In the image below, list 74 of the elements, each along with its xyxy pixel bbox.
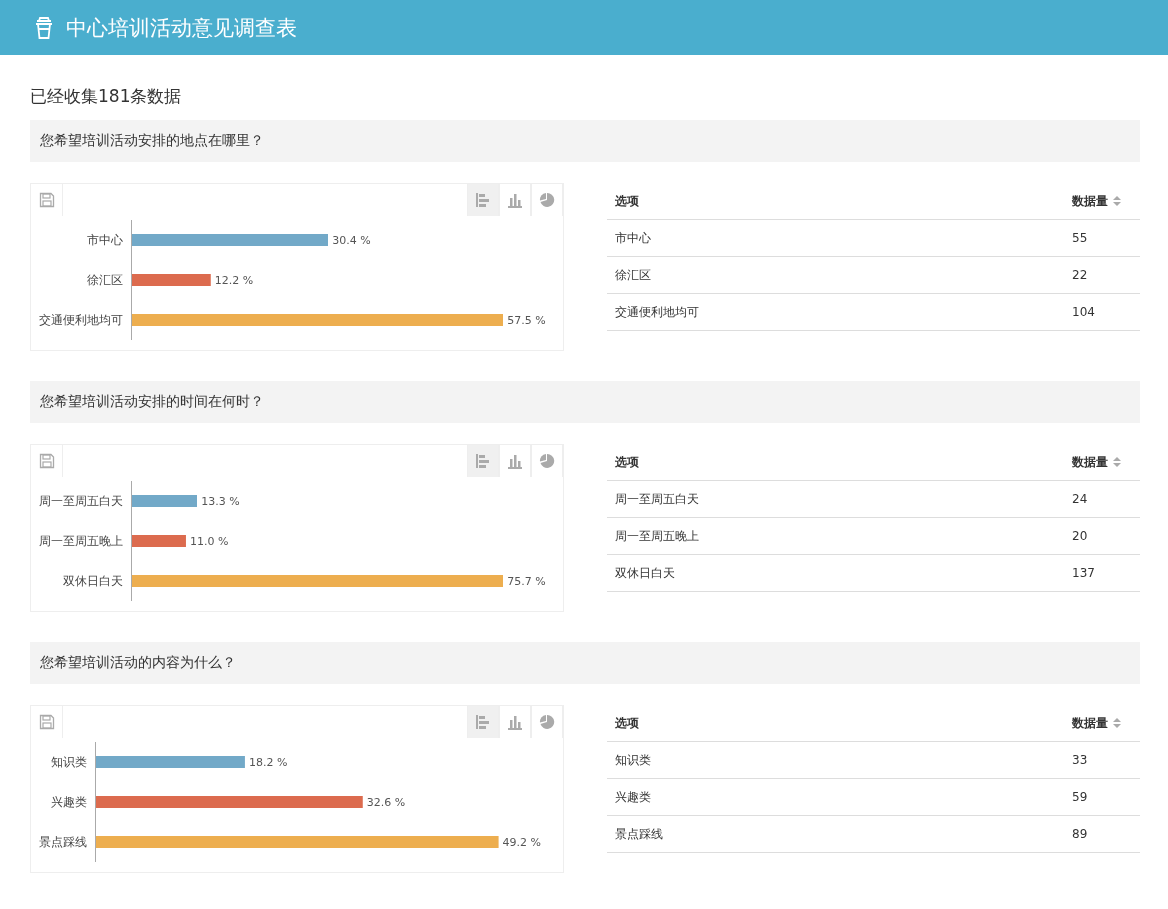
table-cell: 双休日白天 xyxy=(607,554,1064,592)
table-cell: 交通便利地均可 xyxy=(607,293,1064,331)
chart-type-button[interactable] xyxy=(499,445,531,477)
pie-chart-icon xyxy=(539,192,555,208)
chart-type-button[interactable] xyxy=(467,706,499,738)
column-header: 选项 xyxy=(607,444,1064,481)
chart-type-button[interactable] xyxy=(499,184,531,216)
question-title: 您希望培训活动安排的地点在哪里？ xyxy=(30,120,1140,162)
chart-type-button[interactable] xyxy=(531,706,563,738)
chart-type-button[interactable] xyxy=(499,706,531,738)
bar-chart-icon xyxy=(507,192,523,208)
value-label: 30.4 % xyxy=(332,233,371,247)
category-label: 周一至周五白天 xyxy=(39,492,123,510)
chart-type-button[interactable] xyxy=(467,184,499,216)
category-label: 双休日白天 xyxy=(63,572,123,590)
value-label: 75.7 % xyxy=(507,574,546,588)
category-label: 市中心 xyxy=(87,231,123,249)
horizontal-bar-chart-icon xyxy=(475,453,491,469)
table-cell: 33 xyxy=(1064,741,1140,779)
category-label: 兴趣类 xyxy=(51,793,87,811)
sort-icon xyxy=(1113,196,1121,206)
table-cell: 24 xyxy=(1064,480,1140,518)
bar xyxy=(132,535,186,547)
horizontal-bar-chart-icon xyxy=(475,714,491,730)
table-cell: 徐汇区 xyxy=(607,256,1064,294)
table-cell: 知识类 xyxy=(607,741,1064,779)
value-label: 18.2 % xyxy=(248,755,288,769)
question-title: 您希望培训活动的内容为什么？ xyxy=(30,642,1140,684)
pie-chart-icon xyxy=(539,714,555,730)
value-label: 12.2 % xyxy=(214,273,254,287)
bar-chart-icon xyxy=(507,453,523,469)
column-header[interactable]: 数据量 xyxy=(1064,183,1140,220)
value-label: 49.2 % xyxy=(502,835,542,849)
horizontal-bar-chart-icon xyxy=(475,192,491,208)
table-cell: 兴趣类 xyxy=(607,778,1064,816)
table-cell: 104 xyxy=(1064,293,1140,331)
page-title: 中心培训活动意见调查表 xyxy=(66,14,297,42)
category-label: 徐汇区 xyxy=(87,271,123,289)
question-title: 您希望培训活动安排的时间在何时？ xyxy=(30,381,1140,423)
save-icon xyxy=(38,192,55,208)
table-cell: 周一至周五晚上 xyxy=(607,517,1064,555)
value-label: 13.3 % xyxy=(201,494,240,508)
value-label: 57.5 % xyxy=(507,313,546,327)
value-label: 11.0 % xyxy=(189,534,229,548)
save-icon xyxy=(38,714,55,730)
table-cell: 55 xyxy=(1064,219,1140,257)
category-label: 景点踩线 xyxy=(39,833,87,851)
bar-chart-icon xyxy=(507,714,523,730)
column-header[interactable]: 数据量 xyxy=(1064,444,1140,481)
table-cell: 22 xyxy=(1064,256,1140,294)
column-header: 选项 xyxy=(607,183,1064,220)
chart-type-button[interactable] xyxy=(467,445,499,477)
column-header[interactable]: 数据量 xyxy=(1064,705,1140,742)
category-label: 知识类 xyxy=(51,753,87,771)
chart-type-button[interactable] xyxy=(531,445,563,477)
cup-icon xyxy=(34,16,54,39)
column-header: 选项 xyxy=(607,705,1064,742)
bar xyxy=(132,495,198,507)
sort-icon xyxy=(1113,718,1121,728)
category-label: 周一至周五晚上 xyxy=(39,532,123,550)
value-label: 32.6 % xyxy=(366,795,406,809)
sort-icon xyxy=(1113,457,1121,467)
table-cell: 周一至周五白天 xyxy=(607,480,1064,518)
table-cell: 市中心 xyxy=(607,219,1064,257)
chart-type-button[interactable] xyxy=(531,184,563,216)
category-label: 交通便利地均可 xyxy=(39,311,123,329)
summary-text: 已经收集181条数据 xyxy=(30,85,183,108)
table-cell: 20 xyxy=(1064,517,1140,555)
save-icon xyxy=(38,453,55,469)
table-cell: 59 xyxy=(1064,778,1140,816)
table-cell: 89 xyxy=(1064,815,1140,853)
table-cell: 景点踩线 xyxy=(607,815,1064,853)
table-cell: 137 xyxy=(1064,554,1140,592)
pie-chart-icon xyxy=(539,453,555,469)
